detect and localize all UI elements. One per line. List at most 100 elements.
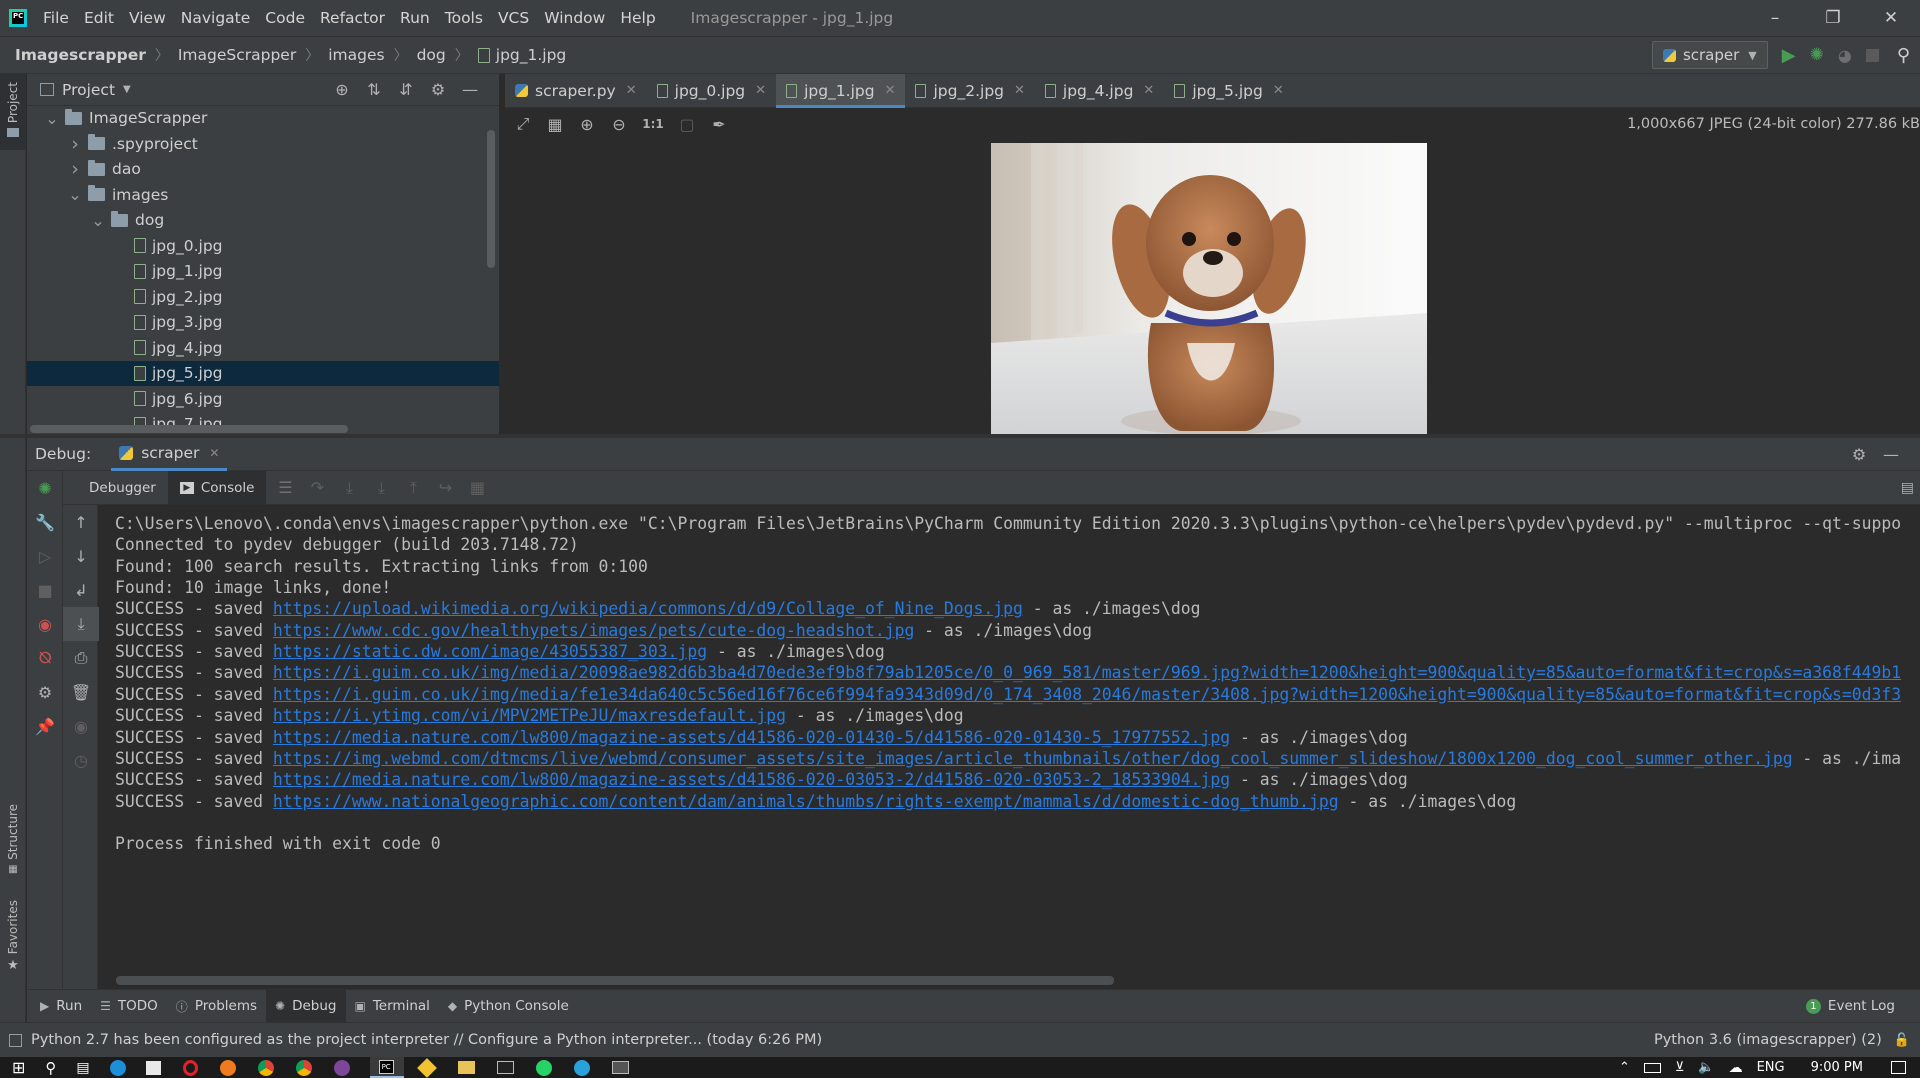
history-icon[interactable]: ◷ [63, 743, 99, 777]
evaluate-icon[interactable]: ▦ [468, 478, 486, 497]
breadcrumb-item[interactable]: jpg_1.jpg [496, 46, 567, 64]
bottom-tab-python-console[interactable]: ◆ Python Console [439, 990, 578, 1023]
breadcrumb-item[interactable]: dog [417, 46, 446, 64]
whatsapp-icon[interactable] [535, 1059, 552, 1076]
locate-file-icon[interactable]: ⊕ [333, 80, 351, 99]
console-link[interactable]: https://img.webmd.com/dtmcms/live/webmd/… [273, 749, 1793, 768]
print-icon[interactable]: ⎙ [63, 641, 99, 675]
interpreter-status[interactable]: Python 3.6 (imagescrapper) (2) [1654, 1032, 1882, 1048]
tree-item[interactable]: ⌄ ImageScrapper [27, 106, 499, 131]
edge-icon[interactable] [109, 1059, 126, 1076]
structure-tool-tab[interactable]: Structure ▦ [0, 804, 26, 894]
list-icon[interactable]: ☰ [276, 478, 294, 497]
arrow-down-icon[interactable]: ↓ [63, 539, 99, 573]
project-tool-tab[interactable]: Project [0, 74, 26, 150]
chevron-down-icon[interactable]: ⌄ [68, 185, 82, 204]
tab-console[interactable]: ▶ Console [167, 470, 267, 505]
trash-icon[interactable]: 🗑 [63, 675, 99, 709]
hide-panel-icon[interactable]: — [461, 80, 479, 99]
stop-icon[interactable]: ■ [27, 573, 63, 607]
view-breakpoints-icon[interactable]: ◉ [27, 607, 63, 641]
file-explorer-icon[interactable] [457, 1061, 475, 1074]
chevron-right-icon[interactable]: › [68, 158, 82, 180]
chrome-alt-icon[interactable] [295, 1059, 312, 1076]
app-window-icon[interactable] [611, 1061, 629, 1074]
close-icon[interactable]: ✕ [209, 446, 219, 460]
console-horizontal-scrollbar[interactable] [116, 976, 1114, 985]
settings-icon[interactable]: ⚙ [27, 675, 63, 709]
close-icon[interactable]: ✕ [1143, 83, 1154, 98]
zoom-out-icon[interactable]: ⊖ [610, 115, 628, 134]
onedrive-icon[interactable]: ☁ [1729, 1060, 1743, 1076]
menu-refactor[interactable]: Refactor [320, 9, 385, 27]
close-icon[interactable]: ✕ [1014, 83, 1025, 98]
tree-item[interactable]: jpg_3.jpg [27, 310, 499, 335]
menu-tools[interactable]: Tools [445, 9, 483, 27]
breadcrumb-item[interactable]: images [328, 46, 384, 64]
console-link[interactable]: https://i.ytimg.com/vi/MPV2METPeJU/maxre… [273, 706, 786, 725]
run-config-select[interactable]: scraper ▼ [1651, 41, 1768, 69]
color-picker-icon[interactable]: ✒ [710, 115, 728, 134]
bug-icon[interactable]: ✺ [27, 471, 63, 505]
editor-tab[interactable]: scraper.py ✕ [505, 74, 647, 108]
gear-icon[interactable]: ⚙ [429, 80, 447, 99]
run-icon[interactable]: ▶ [1782, 45, 1796, 66]
close-window-button[interactable]: ✕ [1862, 8, 1920, 28]
step-into-mycode-icon[interactable]: ⤓ [372, 478, 390, 498]
menu-edit[interactable]: Edit [84, 9, 114, 27]
soft-wrap-icon[interactable]: ↲ [63, 573, 99, 607]
close-icon[interactable]: ✕ [885, 83, 896, 98]
coverage-icon[interactable]: ◕ [1838, 46, 1852, 65]
bottom-tab-todo[interactable]: ☰ TODO [91, 990, 167, 1023]
wrench-icon[interactable]: 🔧 [27, 505, 63, 539]
background-icon[interactable]: ▢ [678, 115, 696, 134]
tree-horizontal-scrollbar[interactable] [30, 425, 348, 433]
editor-tab[interactable]: jpg_5.jpg ✕ [1164, 74, 1293, 108]
event-log-button[interactable]: 1 Event Log [1797, 990, 1904, 1023]
menu-navigate[interactable]: Navigate [181, 9, 251, 27]
editor-tab[interactable]: jpg_4.jpg ✕ [1035, 74, 1164, 108]
wifi-icon[interactable]: ⊻ [1675, 1060, 1685, 1075]
clock[interactable]: 9:00 PM [1811, 1060, 1863, 1075]
grid-icon[interactable]: ▦ [546, 115, 564, 134]
minimize-button[interactable]: – [1746, 8, 1804, 28]
pycharm-taskbar-icon[interactable]: PC [369, 1057, 404, 1078]
debug-icon[interactable]: ✺ [1810, 45, 1824, 65]
menu-view[interactable]: View [129, 9, 166, 27]
console-output[interactable]: C:\Users\Lenovo\.conda\envs\imagescrappe… [99, 505, 1920, 989]
windows-start-icon[interactable]: ⊞ [12, 1058, 25, 1077]
volume-icon[interactable]: 🔈 [1698, 1060, 1714, 1075]
python-console-icon[interactable]: ◉ [63, 709, 99, 743]
expand-all-icon[interactable]: ⇅ [365, 80, 383, 99]
actual-size-button[interactable]: 1:1 [642, 117, 664, 131]
bottom-tab-run[interactable]: ▶ Run [31, 990, 91, 1023]
run-to-cursor-icon[interactable]: ↪ [436, 478, 454, 497]
fit-zoom-icon[interactable]: ⤢ [514, 114, 532, 134]
console-link[interactable]: https://www.nationalgeographic.com/conte… [273, 792, 1339, 811]
step-out-icon[interactable]: ⤒ [404, 478, 422, 498]
step-over-icon[interactable]: ↷ [308, 478, 326, 497]
language-indicator[interactable]: ENG [1757, 1060, 1785, 1075]
status-toggle-icon[interactable] [9, 1033, 22, 1047]
resume-icon[interactable]: ▷ [27, 539, 63, 573]
telegram-icon[interactable] [573, 1059, 590, 1076]
tree-item[interactable]: › dao [27, 157, 499, 182]
project-panel-title[interactable]: Project [62, 81, 115, 99]
close-icon[interactable]: ✕ [1273, 83, 1284, 98]
menu-window[interactable]: Window [544, 9, 605, 27]
chevron-up-icon[interactable]: ⌃ [1619, 1060, 1630, 1075]
cmd-icon[interactable] [496, 1061, 514, 1074]
chevron-right-icon[interactable]: › [68, 133, 82, 155]
lock-icon[interactable]: 🔓 [1894, 1033, 1910, 1048]
menu-run[interactable]: Run [400, 9, 430, 27]
tree-vertical-scrollbar[interactable] [487, 130, 495, 268]
breadcrumb-item[interactable]: Imagescrapper [15, 46, 146, 64]
collapse-all-icon[interactable]: ⇵ [397, 80, 415, 99]
status-message[interactable]: Python 2.7 has been configured as the pr… [31, 1032, 822, 1048]
console-link[interactable]: https://media.nature.com/lw800/magazine-… [273, 770, 1230, 789]
tor-icon[interactable] [333, 1059, 350, 1076]
menu-code[interactable]: Code [265, 9, 305, 27]
search-icon[interactable]: ⚲ [45, 1059, 56, 1077]
debug-session-tab[interactable]: scraper ✕ [111, 438, 228, 471]
git-icon[interactable] [416, 1057, 437, 1078]
